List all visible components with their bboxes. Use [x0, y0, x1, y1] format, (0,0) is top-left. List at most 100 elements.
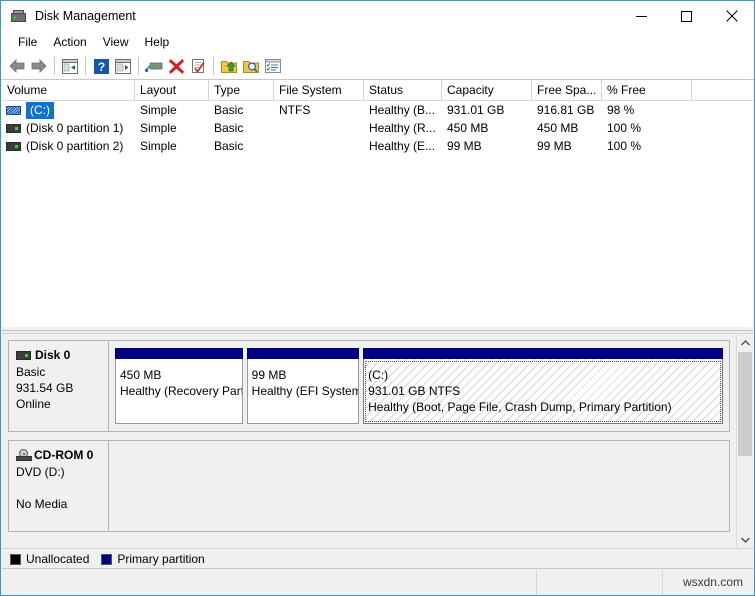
toolbar-separator [213, 57, 214, 75]
volume-drive-icon [6, 141, 21, 151]
scroll-up-icon[interactable] [737, 334, 753, 351]
partition-body[interactable]: 450 MB Healthy (Recovery Partition [115, 359, 243, 424]
export-list-icon[interactable] [218, 55, 240, 77]
disk-status: Online [16, 397, 51, 411]
partition-color-bar [363, 348, 723, 359]
cell-capacity: 450 MB [447, 121, 489, 135]
partition-body[interactable]: (C:) 931.01 GB NTFS Healthy (Boot, Page … [363, 359, 723, 424]
cell-free-space: 99 MB [537, 139, 572, 153]
partition-block-efi[interactable]: 99 MB Healthy (EFI System [246, 348, 360, 424]
menu-help[interactable]: Help [137, 33, 178, 51]
scrollbar-thumb[interactable] [738, 352, 752, 456]
volume-drive-icon [6, 105, 21, 115]
minimize-button[interactable] [619, 1, 664, 31]
cell-free-space: 450 MB [537, 121, 579, 135]
cell-layout: Simple [140, 103, 177, 117]
partition-size: 99 MB [251, 368, 287, 382]
partition-status: Healthy (Recovery Partition [120, 384, 243, 398]
back-arrow-icon[interactable] [6, 55, 28, 77]
disk-strip-cdrom0[interactable]: CD-ROM 0 DVD (D:) No Media [8, 440, 730, 532]
disk-size [16, 480, 108, 496]
menu-file[interactable]: File [10, 33, 45, 51]
column-header-free-space[interactable]: Free Spa... [532, 80, 602, 100]
column-header-status[interactable]: Status [364, 80, 442, 100]
status-bar-divider [536, 570, 537, 594]
partition-body[interactable]: 99 MB Healthy (EFI System [246, 359, 360, 424]
legend-item-unallocated: Unallocated [10, 552, 89, 566]
disk-info-disk0[interactable]: Disk 0 Basic 931.54 GB Online [9, 341, 109, 431]
pane-splitter[interactable] [2, 326, 753, 334]
legend: Unallocated Primary partition [2, 548, 753, 569]
partition-color-bar [246, 348, 360, 359]
status-bar-divider [662, 570, 663, 594]
disk-title-row: CD-ROM 0 [16, 448, 108, 462]
cell-file-system: NTFS [279, 103, 311, 117]
column-header-percent-free[interactable]: % Free [602, 80, 692, 100]
disk-info-cdrom0[interactable]: CD-ROM 0 DVD (D:) No Media [9, 441, 109, 531]
partition-status: Healthy (EFI System [251, 384, 360, 398]
help-icon[interactable]: ? [90, 55, 112, 77]
volume-drive-icon [6, 123, 21, 133]
column-header-capacity[interactable]: Capacity [442, 80, 532, 100]
table-row[interactable]: (Disk 0 partition 2) Simple Basic Health… [2, 137, 753, 155]
watermark: wsxdn.com [682, 575, 743, 589]
menu-view[interactable]: View [95, 33, 137, 51]
partition-size: 931.01 GB NTFS [368, 384, 461, 398]
disk-size: 931.54 GB [16, 381, 74, 395]
disk-partitions-cdrom0 [109, 441, 729, 531]
column-header-type[interactable]: Type [209, 80, 274, 100]
svg-text:?: ? [97, 60, 104, 74]
graphical-view-canvas: Disk 0 Basic 931.54 GB Online 450 MB Hea… [2, 334, 736, 548]
toolbar: ? [1, 53, 754, 80]
hard-disk-icon [16, 350, 31, 360]
legend-label-primary-partition: Primary partition [117, 552, 205, 566]
cell-volume-label: (C:) [26, 101, 54, 119]
volume-list-header: Volume Layout Type File System Status Ca… [2, 80, 753, 101]
column-header-layout[interactable]: Layout [135, 80, 209, 100]
partition-block-c[interactable]: (C:) 931.01 GB NTFS Healthy (Boot, Page … [363, 348, 723, 424]
menu-bar: File Action View Help [1, 31, 754, 53]
volume-list-view[interactable]: Volume Layout Type File System Status Ca… [2, 80, 753, 326]
partition-block-recovery[interactable]: 450 MB Healthy (Recovery Partition [115, 348, 243, 424]
cell-volume[interactable]: (C:) [2, 101, 135, 119]
cell-type: Basic [214, 121, 244, 135]
column-header-filler [692, 80, 753, 100]
cell-percent-free: 100 % [607, 121, 642, 135]
toolbar-separator [85, 57, 86, 75]
cd-rom-icon [16, 449, 32, 461]
disk-name: Disk 0 [35, 348, 71, 362]
cell-status: Healthy (B... [369, 103, 436, 117]
table-row[interactable]: (C:) Simple Basic NTFS Healthy (B... 931… [2, 101, 753, 119]
cell-status: Healthy (E... [369, 139, 436, 153]
table-row[interactable]: (Disk 0 partition 1) Simple Basic Health… [2, 119, 753, 137]
cell-volume[interactable]: (Disk 0 partition 2) [2, 137, 135, 155]
list-view-icon[interactable] [262, 55, 284, 77]
disk-management-icon [10, 9, 27, 24]
properties-icon[interactable] [187, 55, 209, 77]
column-header-file-system[interactable]: File System [274, 80, 364, 100]
window-controls [619, 1, 754, 31]
close-button[interactable] [709, 1, 754, 31]
cell-type: Basic [214, 139, 244, 153]
cell-volume-label: (Disk 0 partition 2) [26, 139, 124, 153]
delete-icon[interactable] [165, 55, 187, 77]
show-hide-action-pane-icon[interactable] [112, 55, 134, 77]
graphical-view-scrollbar[interactable] [736, 334, 753, 548]
menu-action[interactable]: Action [45, 33, 94, 51]
status-bar: wsxdn.com [2, 568, 753, 594]
disk-management-window: Disk Management File Action View Help ? … [0, 0, 755, 596]
partition-size: 450 MB [120, 368, 162, 382]
column-header-volume[interactable]: Volume [2, 80, 135, 100]
rescan-disks-icon[interactable] [143, 55, 165, 77]
cell-volume[interactable]: (Disk 0 partition 1) [2, 119, 135, 137]
maximize-button[interactable] [664, 1, 709, 31]
disk-status: No Media [16, 497, 68, 511]
cell-capacity: 99 MB [447, 139, 482, 153]
cell-type: Basic [214, 103, 244, 117]
scroll-down-icon[interactable] [737, 531, 753, 548]
forward-arrow-icon[interactable] [28, 55, 50, 77]
disk-strip-disk0[interactable]: Disk 0 Basic 931.54 GB Online 450 MB Hea… [8, 340, 730, 432]
find-icon[interactable] [240, 55, 262, 77]
disk-partitions-disk0: 450 MB Healthy (Recovery Partition 99 MB… [109, 341, 729, 431]
show-hide-console-tree-icon[interactable] [59, 55, 81, 77]
